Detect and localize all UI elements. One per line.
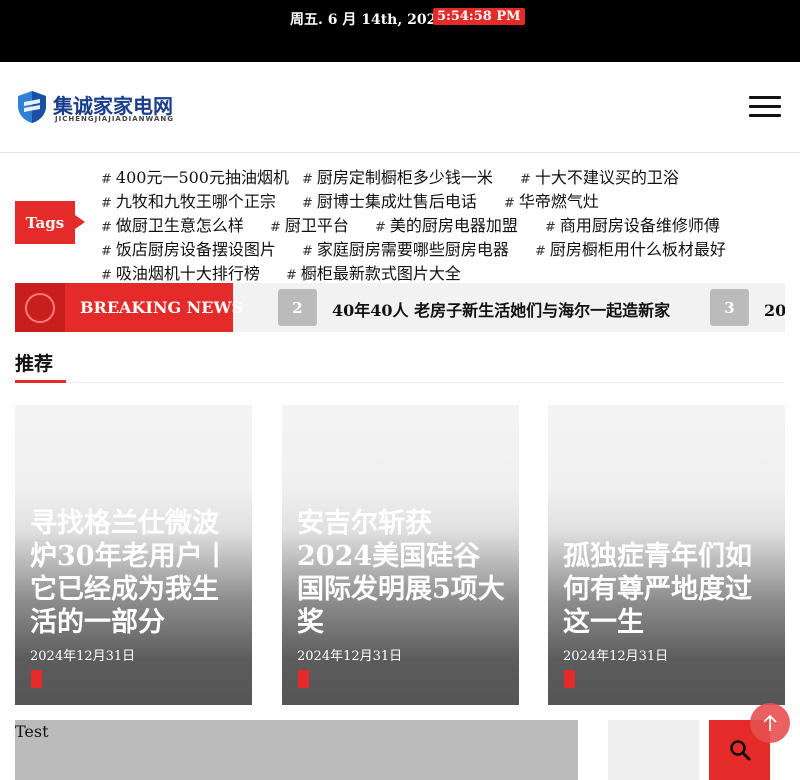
news-number: 2 — [278, 289, 317, 326]
tag-label: 华帝燃气灶 — [518, 192, 599, 211]
tag-label: 厨房定制橱柜多少钱一米 — [316, 168, 493, 187]
article-card-title[interactable]: 寻找格兰仕微波炉30年老用户丨它已经成为我生活的一部分 — [30, 507, 240, 639]
category-marker[interactable] — [298, 670, 309, 688]
tag-label: 美的厨房电器加盟 — [389, 216, 518, 235]
section-divider — [15, 382, 785, 383]
tag-link[interactable]: # 美的厨房电器加盟 — [375, 212, 518, 236]
tag-label: 厨房橱柜用什么板材最好 — [549, 240, 726, 259]
broken-image[interactable]: Test — [15, 720, 578, 780]
tag-link[interactable]: # 做厨卫生意怎么样 — [101, 212, 244, 236]
shield-logo-icon — [18, 91, 46, 123]
tag-label: 九牧和九牧王哪个正宗 — [115, 192, 276, 211]
article-card-title[interactable]: 安吉尔斩获2024美国硅谷国际发明展5项大奖 — [297, 507, 507, 639]
tag-link[interactable]: # 厨房橱柜用什么板材最好 — [535, 236, 726, 260]
category-marker[interactable] — [564, 670, 575, 688]
current-date: 周五. 6 月 14th, 2024 — [290, 12, 447, 28]
tag-label: 饭店厨房设备摆设图片 — [115, 240, 276, 259]
article-card[interactable]: 安吉尔斩获2024美国硅谷国际发明展5项大奖 2024年12月31日 — [282, 405, 519, 705]
tag-link[interactable]: # 吸油烟机十大排行榜 — [101, 260, 260, 284]
article-card[interactable]: 寻找格兰仕微波炉30年老用户丨它已经成为我生活的一部分 2024年12月31日 — [15, 405, 252, 705]
tag-link[interactable]: # 厨房定制橱柜多少钱一米 — [302, 164, 493, 188]
search-icon — [730, 740, 751, 761]
tag-label: 400元一500元抽油烟机 — [115, 168, 289, 187]
tag-link[interactable]: # 九牧和九牧王哪个正宗 — [101, 188, 276, 212]
scroll-to-top-button[interactable] — [750, 703, 790, 743]
article-card-date: 2024年12月31日 — [297, 649, 403, 664]
tag-link[interactable]: #400元一500元抽油烟机 — [101, 164, 289, 188]
tag-label: 吸油烟机十大排行榜 — [115, 264, 260, 283]
image-alt-text: Test — [15, 722, 49, 741]
article-card-title[interactable]: 孤独症青年们如何有尊严地度过这一生 — [563, 540, 773, 639]
hamburger-menu-icon[interactable] — [749, 96, 781, 118]
pulse-ring-icon — [25, 293, 55, 323]
tag-label: 橱柜最新款式图片大全 — [300, 264, 461, 283]
top-bar: 周五. 6 月 14th, 2024 5:54:58 PM — [0, 0, 800, 62]
tag-label: 厨博士集成灶售后电话 — [316, 192, 477, 211]
news-number: 3 — [710, 289, 749, 326]
tag-label: 厨卫平台 — [284, 216, 349, 235]
tag-link[interactable]: # 厨卫平台 — [270, 212, 349, 236]
news-headline-link[interactable]: 20年 — [764, 297, 785, 321]
tag-label: 十大不建议买的卫浴 — [534, 168, 679, 187]
breaking-news-ticker: BREAKING NEWS 2 40年40人 老房子新生活她们与海尔一起造新家 … — [15, 283, 785, 332]
tag-link[interactable]: # 华帝燃气灶 — [504, 188, 599, 212]
site-logo[interactable]: 集诚家家电网 JICHENGJIAJIADIANWANG — [15, 88, 185, 128]
article-card-date: 2024年12月31日 — [30, 649, 136, 664]
tags-label: Tags — [15, 201, 85, 244]
breaking-news-text: BREAKING NEWS — [80, 298, 244, 317]
tag-link[interactable]: # 十大不建议买的卫浴 — [520, 164, 679, 188]
tag-link[interactable]: # 饭店厨房设备摆设图片 — [101, 236, 276, 260]
tag-link[interactable]: # 厨博士集成灶售后电话 — [302, 188, 477, 212]
tag-label: 商用厨房设备维修师傅 — [559, 216, 720, 235]
arrow-up-icon — [763, 714, 777, 731]
breaking-indicator — [15, 283, 65, 332]
search-input[interactable] — [608, 720, 699, 780]
logo-subtitle: JICHENGJIAJIADIANWANG — [55, 115, 174, 123]
category-marker[interactable] — [31, 670, 42, 688]
tag-label: 家庭厨房需要哪些厨房电器 — [316, 240, 509, 259]
tag-link[interactable]: # 家庭厨房需要哪些厨房电器 — [302, 236, 509, 260]
tag-link[interactable]: # 商用厨房设备维修师傅 — [545, 212, 720, 236]
section-title: 推荐 — [15, 353, 54, 375]
tag-link[interactable]: # 橱柜最新款式图片大全 — [286, 260, 461, 284]
article-card-date: 2024年12月31日 — [563, 649, 669, 664]
section-title-underline — [15, 380, 66, 383]
tag-label: 做厨卫生意怎么样 — [115, 216, 244, 235]
breaking-news-label: BREAKING NEWS — [15, 283, 243, 332]
article-card[interactable]: 孤独症青年们如何有尊严地度过这一生 2024年12月31日 — [548, 405, 785, 705]
news-headline-link[interactable]: 40年40人 老房子新生活她们与海尔一起造新家 — [332, 297, 670, 321]
current-time: 5:54:58 PM — [433, 8, 525, 25]
site-header: 集诚家家电网 JICHENGJIAJIADIANWANG — [0, 62, 800, 153]
